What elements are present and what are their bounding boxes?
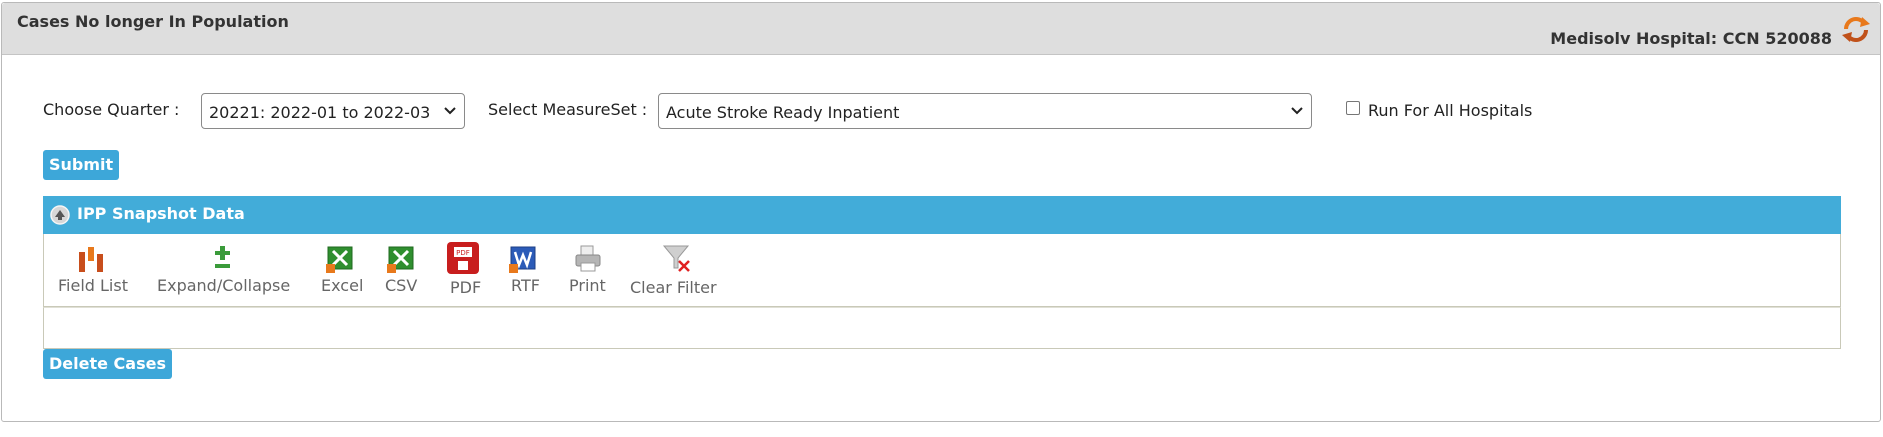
export-csv-button[interactable]: CSV [381,234,425,307]
collapse-icon[interactable] [50,205,70,225]
clear-filter-button[interactable]: Clear Filter [630,234,726,307]
quarter-select-value: 20221: 2022-01 to 2022-03 [209,103,431,122]
measureset-label: Select MeasureSet : [488,100,648,119]
expand-collapse-label: Expand/Collapse [157,276,291,295]
chevron-down-icon [444,107,456,115]
svg-text:PDF: PDF [456,249,470,257]
rtf-icon [509,246,536,273]
field-list-button[interactable]: Field List [58,234,134,307]
panel-header: Cases No longer In Population Medisolv H… [2,3,1880,55]
run-all-checkbox[interactable] [1346,101,1360,115]
export-rtf-button[interactable]: RTF [505,234,545,307]
field-list-label: Field List [58,276,128,295]
chevron-down-icon [1291,107,1303,115]
csv-icon [387,246,414,273]
hospital-label: Medisolv Hospital: CCN 520088 [1550,29,1832,48]
quarter-select[interactable]: 20221: 2022-01 to 2022-03 [201,93,465,129]
quarter-label: Choose Quarter : [43,100,180,119]
rtf-label: RTF [511,276,540,295]
clear-filter-icon [662,245,690,272]
print-icon [575,245,601,272]
measureset-select-value: Acute Stroke Ready Inpatient [666,103,900,122]
grid-body [43,307,1841,349]
measureset-select[interactable]: Acute Stroke Ready Inpatient [658,93,1312,129]
csv-label: CSV [385,276,418,295]
grid-title: IPP Snapshot Data [77,204,245,223]
expand-collapse-button[interactable]: Expand/Collapse [157,234,297,307]
export-excel-button[interactable]: Excel [320,234,368,307]
field-list-icon [79,247,103,272]
grid-toolbar: Field List Expand/Collapse Excel CSV PDF [43,234,1841,307]
excel-icon [326,246,353,273]
pdf-icon: PDF [447,242,479,274]
clear-filter-label: Clear Filter [630,278,717,297]
expand-collapse-icon [215,246,230,268]
print-button[interactable]: Print [564,234,612,307]
submit-button[interactable]: Submit [43,150,120,180]
excel-label: Excel [321,276,364,295]
grid-header: IPP Snapshot Data [43,196,1841,234]
panel-title: Cases No longer In Population [17,12,289,31]
print-label: Print [569,276,606,295]
delete-cases-button[interactable]: Delete Cases [43,349,172,379]
export-pdf-button[interactable]: PDF PDF [443,234,483,307]
refresh-icon[interactable] [1840,15,1872,43]
run-all-label[interactable]: Run For All Hospitals [1368,101,1532,120]
pdf-label: PDF [450,278,482,297]
